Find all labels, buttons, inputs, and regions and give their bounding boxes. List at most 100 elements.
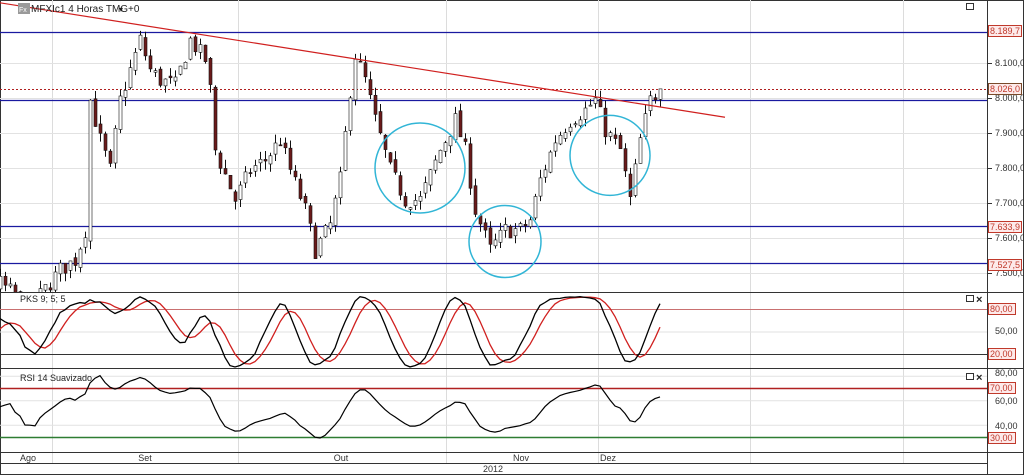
candle-up bbox=[88, 99, 93, 242]
candle-up bbox=[498, 229, 503, 243]
candle-down bbox=[358, 60, 363, 63]
candle-down bbox=[378, 111, 383, 134]
candle-up bbox=[273, 142, 278, 155]
stoch-tag-text: 80,00 bbox=[990, 304, 1013, 314]
candle-up bbox=[538, 177, 543, 197]
candle-up bbox=[188, 37, 193, 60]
candle-up bbox=[648, 95, 653, 111]
candle-down bbox=[483, 222, 488, 231]
candle-up bbox=[423, 182, 428, 194]
candle-up bbox=[253, 165, 258, 172]
candle-up bbox=[443, 142, 448, 152]
candle-down bbox=[373, 94, 378, 115]
candle-down bbox=[623, 148, 628, 172]
candle-down bbox=[203, 44, 208, 62]
candle-up bbox=[493, 239, 498, 247]
candle-down bbox=[368, 79, 373, 96]
candle-up bbox=[128, 67, 133, 89]
candle-down bbox=[73, 257, 78, 266]
candle-up bbox=[583, 107, 588, 120]
candle-up bbox=[53, 271, 58, 291]
candle-up bbox=[433, 159, 438, 171]
candle-up bbox=[173, 76, 178, 82]
candle-down bbox=[143, 37, 148, 57]
candle-down bbox=[283, 142, 288, 149]
candle-down bbox=[473, 185, 478, 215]
candle-down bbox=[463, 138, 468, 142]
candle-down bbox=[488, 227, 493, 245]
rsi-tag-text: 70,00 bbox=[990, 383, 1013, 393]
rsi-tag-lower: 30,00 bbox=[988, 432, 1016, 444]
candle-up bbox=[578, 119, 583, 127]
candle-up bbox=[518, 223, 523, 227]
candle-down bbox=[603, 107, 608, 138]
candle-down bbox=[398, 175, 403, 196]
month-label: Out bbox=[334, 453, 349, 463]
candle-down bbox=[613, 134, 618, 139]
candle-up bbox=[243, 171, 248, 184]
price-tick: 7.700,0 bbox=[995, 198, 1024, 208]
chart-canvas[interactable]: Fx MFXIc1 4 Horas TMG+0 ▾ PKS 9; 5; 5 × … bbox=[0, 0, 1024, 475]
candle-up bbox=[78, 248, 83, 268]
price-tag-7633: 7.633,9 bbox=[988, 221, 1022, 233]
price-tag-text: 7.633,9 bbox=[990, 222, 1020, 232]
maximize-pane-icon[interactable] bbox=[966, 3, 974, 10]
candle-down bbox=[303, 195, 308, 204]
candle-up bbox=[83, 237, 88, 248]
candle-down bbox=[158, 68, 163, 86]
candle-down bbox=[313, 225, 318, 259]
candle-up bbox=[333, 197, 338, 226]
candle-down bbox=[168, 75, 173, 79]
candle-up bbox=[0, 276, 3, 290]
stoch-tag-lower: 20,00 bbox=[988, 348, 1016, 360]
candle-down bbox=[598, 99, 603, 108]
price-tick: 8.100,0 bbox=[995, 58, 1024, 68]
candle-down bbox=[458, 110, 463, 138]
candle-up bbox=[608, 132, 613, 137]
candle-down bbox=[293, 170, 298, 178]
candle-down bbox=[278, 144, 283, 147]
candle-up bbox=[118, 95, 123, 130]
candle-down bbox=[103, 133, 108, 151]
candle-up bbox=[238, 184, 243, 200]
candle-up bbox=[183, 61, 188, 70]
close-pane-icon[interactable]: × bbox=[976, 294, 982, 306]
candle-down bbox=[523, 224, 528, 227]
candle-up bbox=[588, 104, 593, 107]
candle-up bbox=[638, 137, 643, 164]
candle-up bbox=[553, 142, 558, 152]
candle-up bbox=[138, 34, 143, 50]
candle-down bbox=[63, 262, 68, 274]
price-tag-last: 8.026,0 bbox=[988, 83, 1022, 95]
candle-up bbox=[593, 97, 598, 104]
candle-down bbox=[308, 205, 313, 224]
candle-down bbox=[223, 168, 228, 175]
rsi-tag-text: 30,00 bbox=[990, 433, 1013, 443]
candle-up bbox=[408, 207, 413, 210]
price-tick: 7.900,0 bbox=[995, 128, 1024, 138]
candle-up bbox=[503, 224, 508, 231]
candle-down bbox=[93, 98, 98, 127]
candle-down bbox=[218, 152, 223, 169]
candle-down bbox=[228, 175, 233, 190]
candle-up bbox=[153, 70, 158, 73]
candle-up bbox=[328, 222, 333, 230]
price-tag-text: 8.189,7 bbox=[990, 26, 1020, 36]
maximize-pane-icon[interactable] bbox=[966, 373, 974, 380]
candle-up bbox=[528, 219, 533, 227]
candle-up bbox=[113, 128, 118, 164]
symbol-title[interactable]: Fx MFXIc1 4 Horas TMG+0 ▾ bbox=[18, 3, 140, 15]
candle-down bbox=[98, 123, 103, 134]
rsi-tick: 80,00 bbox=[995, 368, 1018, 378]
candle-down bbox=[148, 55, 153, 70]
candle-up bbox=[343, 131, 348, 171]
candle-up bbox=[318, 237, 323, 257]
close-pane-icon[interactable]: × bbox=[976, 372, 982, 384]
maximize-pane-icon[interactable] bbox=[966, 295, 974, 302]
candle-down bbox=[213, 86, 218, 151]
candle-up bbox=[8, 283, 13, 287]
candle-up bbox=[428, 169, 433, 186]
chevron-down-icon[interactable]: ▾ bbox=[119, 5, 123, 14]
candle-up bbox=[338, 171, 343, 199]
candle-up bbox=[43, 284, 48, 291]
